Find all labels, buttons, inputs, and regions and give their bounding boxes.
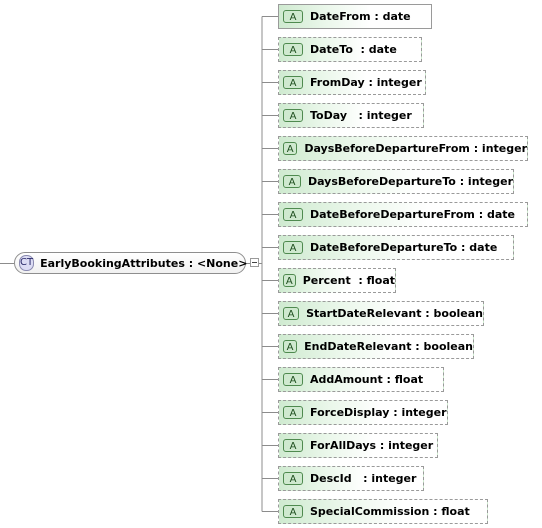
collapse-toggle-icon[interactable] [250, 258, 259, 267]
attribute-label: StartDateRelevant : boolean [306, 307, 483, 320]
complex-type-node[interactable]: CT EarlyBookingAttributes : <None> [14, 252, 249, 277]
attribute-icon: A [283, 142, 298, 155]
attribute-icon: A [283, 439, 303, 452]
attribute-label: ForAllDays : integer [310, 439, 434, 452]
attribute-label: DateBeforeDepartureFrom : date [310, 208, 515, 221]
complex-type-label: EarlyBookingAttributes : <None> [40, 256, 248, 270]
attribute-node[interactable]: A DateBeforeDepartureTo : date [278, 235, 517, 263]
attribute-icon: A [283, 406, 303, 419]
attribute-node[interactable]: A EndDateRelevant : boolean [278, 334, 477, 362]
attribute-label: DaysBeforeDepartureTo : integer [307, 175, 513, 188]
attribute-label: ForceDisplay : integer [310, 406, 447, 419]
attribute-node[interactable]: A DaysBeforeDepartureFrom : integer [278, 136, 531, 164]
attribute-icon: A [283, 340, 298, 353]
attribute-label: AddAmount : float [310, 373, 424, 386]
attribute-icon: A [283, 472, 303, 485]
attribute-label: DateBeforeDepartureTo : date [310, 241, 498, 254]
attribute-icon: A [283, 43, 303, 56]
schema-diagram: CT EarlyBookingAttributes : <None> A Date… [0, 0, 542, 528]
attribute-icon: A [283, 10, 303, 23]
attribute-icon: A [283, 373, 303, 386]
attribute-icon: A [283, 109, 303, 122]
attribute-label: FromDay : integer [310, 76, 422, 89]
attribute-icon: A [283, 505, 303, 518]
attribute-node[interactable]: A DateTo : date [278, 37, 425, 65]
attribute-node[interactable]: A ForAllDays : integer [278, 433, 441, 461]
attribute-label: DateFrom : date [310, 10, 411, 23]
attribute-label: DateTo : date [310, 43, 397, 56]
attribute-icon: A [283, 241, 303, 254]
complex-type-icon: CT [19, 255, 35, 271]
attribute-node[interactable]: A DaysBeforeDepartureTo : integer [278, 169, 517, 197]
attribute-node[interactable]: A DateFrom : date [278, 4, 435, 32]
attribute-label: DaysBeforeDepartureFrom : integer [304, 142, 527, 155]
attribute-node[interactable]: A ForceDisplay : integer [278, 400, 451, 428]
attribute-label: ToDay : integer [310, 109, 412, 122]
attribute-node[interactable]: A SpecialCommission : float [278, 499, 491, 527]
attribute-label: EndDateRelevant : boolean [304, 340, 473, 353]
attribute-node[interactable]: A StartDateRelevant : boolean [278, 301, 487, 329]
attribute-icon: A [283, 274, 296, 287]
attribute-label: SpecialCommission : float [310, 505, 470, 518]
attribute-icon: A [283, 208, 303, 221]
attribute-icon: A [283, 175, 301, 188]
attribute-label: Percent : float [302, 274, 395, 287]
attribute-node[interactable]: A DateBeforeDepartureFrom : date [278, 202, 531, 230]
attribute-node[interactable]: A FromDay : integer [278, 70, 429, 98]
attribute-node[interactable]: A ToDay : integer [278, 103, 427, 131]
attribute-icon: A [283, 307, 300, 320]
attribute-node[interactable]: A Percent : float [278, 268, 399, 296]
attribute-node[interactable]: A DescId : integer [278, 466, 427, 494]
attribute-node[interactable]: A AddAmount : float [278, 367, 447, 395]
attribute-icon: A [283, 76, 303, 89]
attribute-label: DescId : integer [310, 472, 417, 485]
